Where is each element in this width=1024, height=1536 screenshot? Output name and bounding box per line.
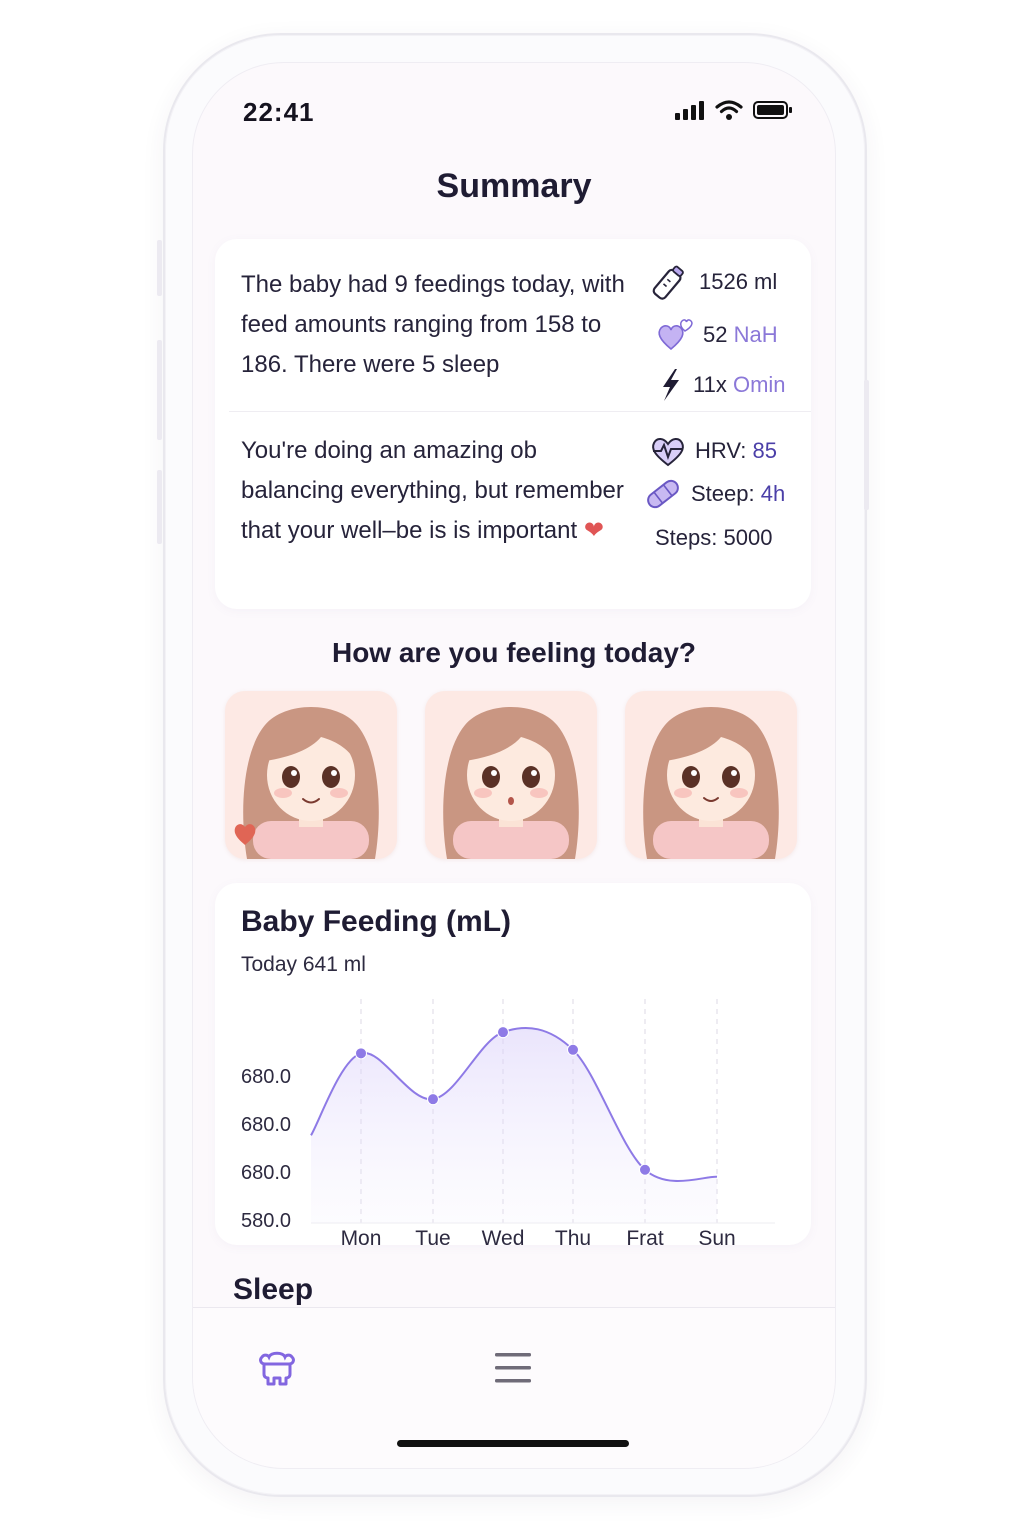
data-point-thu <box>567 1043 579 1056</box>
hearts-icon <box>658 319 693 351</box>
stat-hrv: HRV: 85 <box>649 435 777 467</box>
stat-sleep-value: Steep: 4h <box>691 481 786 506</box>
y-tick-label: 680.0 <box>241 1066 291 1088</box>
tab-menu[interactable] <box>493 1350 533 1390</box>
battery-icon <box>753 101 792 119</box>
feeding-summary-text: The baby had 9 feedings today, with feed… <box>241 271 625 378</box>
bandage-icon <box>647 479 679 509</box>
mood-option-content[interactable] <box>625 691 797 859</box>
stat-omin-value: 11x Omin <box>693 372 786 397</box>
avatar-neutral <box>443 707 579 859</box>
avatar-happy <box>234 707 379 859</box>
stat-volume: 1526 ml <box>647 261 777 303</box>
page-title: Summary <box>436 167 592 205</box>
data-point-tue <box>427 1093 439 1106</box>
summary-card: The baby had 9 feedings today, with feed… <box>215 239 811 609</box>
avatar-content <box>643 707 779 859</box>
wellbeing-text: You're doing an amazing ob balancing eve… <box>241 437 624 544</box>
stat-nah-value: 52 NaH <box>703 322 778 347</box>
volume-down-button <box>157 470 162 544</box>
heart-rate-icon <box>652 438 684 467</box>
x-tick-label-thu: Thu <box>555 1227 591 1245</box>
x-tick-label-tue: Tue <box>415 1227 450 1245</box>
status-icons <box>675 99 793 121</box>
card-divider <box>229 411 811 412</box>
baby-bottle-icon <box>652 265 684 300</box>
status-time: 22:41 <box>243 97 315 127</box>
stat-hrv-value: HRV: 85 <box>695 438 777 463</box>
y-tick-label: 680.0 <box>241 1114 291 1136</box>
menu-icon <box>495 1353 531 1383</box>
signal-icon <box>675 101 704 120</box>
y-tick-label: 680.0 <box>241 1162 291 1184</box>
x-tick-label-wed: Wed <box>482 1227 525 1245</box>
mood-question: How are you feeling today? <box>331 637 697 668</box>
stat-steps: Steps: 5000 <box>655 525 772 551</box>
stat-nah: 52 NaH <box>655 317 778 353</box>
wifi-icon <box>715 100 743 120</box>
feeding-chart: 680.0 680.0 680.0 580.0 Mon Tue Wed Thu Frat Sun <box>241 999 775 1245</box>
heart-emoji: ❤ <box>583 517 604 544</box>
data-point-frat <box>639 1163 651 1176</box>
power-button <box>864 380 869 510</box>
mood-option-neutral[interactable] <box>425 691 597 859</box>
stat-omin: 11x Omin <box>655 367 786 403</box>
data-point-wed <box>497 1026 509 1039</box>
stat-steps-value: Steps: 5000 <box>655 525 773 550</box>
feeding-chart-card: Baby Feeding (mL) Today 641 ml 680.0 680.… <box>215 883 811 1245</box>
tab-home[interactable] <box>255 1346 303 1394</box>
x-tick-label-frat: Frat <box>626 1227 664 1245</box>
sleep-section-title: Sleep <box>233 1273 314 1306</box>
volume-up-button <box>157 340 162 440</box>
mood-option-happy[interactable] <box>225 691 397 859</box>
home-indicator <box>397 1440 629 1447</box>
data-point-mon <box>355 1047 367 1060</box>
series-area <box>311 1027 717 1223</box>
baby-icon <box>259 1351 295 1386</box>
y-tick-label: 580.0 <box>241 1210 291 1232</box>
app-screen: 22:41 Summary The baby had 9 feedings to… <box>192 62 836 1469</box>
x-tick-label-mon: Mon <box>341 1227 382 1245</box>
stat-sleep: Steep: 4h <box>643 477 785 511</box>
stat-volume-value: 1526 ml <box>699 269 778 294</box>
x-tick-label-sun: Sun <box>698 1227 735 1245</box>
lightning-icon <box>663 369 679 401</box>
mute-switch <box>157 240 162 296</box>
